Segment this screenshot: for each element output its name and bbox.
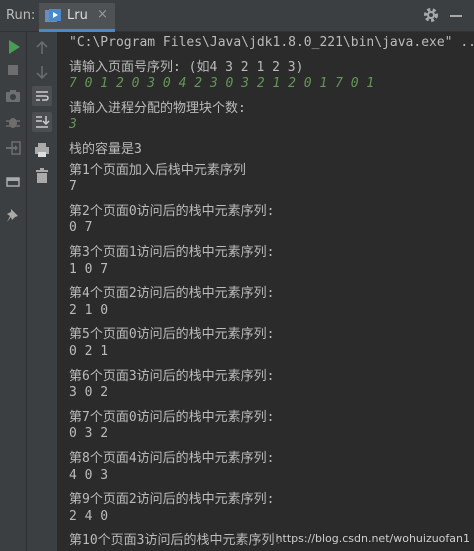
console-line: 请输入进程分配的物理块个数: xyxy=(69,100,246,116)
run-icon[interactable] xyxy=(3,37,23,57)
console-line: 第4个页面2访问后的栈中元素序列: xyxy=(69,286,275,302)
down-arrow-icon[interactable] xyxy=(32,62,52,82)
console-line: 4 0 3 xyxy=(69,467,109,483)
console-output[interactable]: "C:\Program Files\Java\jdk1.8.0_221\bin\… xyxy=(62,32,474,551)
bug-icon[interactable] xyxy=(3,112,23,132)
console-line: 0 2 1 xyxy=(69,344,109,359)
console-line: 第5个页面0访问后的栈中元素序列: xyxy=(69,327,275,343)
layout-icon[interactable] xyxy=(3,172,23,192)
console-line: 2 4 0 xyxy=(69,508,109,524)
console-line: 第6个页面3访问后的栈中元素序列: xyxy=(69,368,275,384)
stop-icon[interactable] xyxy=(3,60,23,80)
up-arrow-icon[interactable] xyxy=(32,38,52,58)
console-line: 3 xyxy=(69,117,77,133)
console-line: 第10个页面3访问后的栈中元素序列: xyxy=(69,533,283,549)
console-line: 7 0 1 2 0 3 0 4 2 3 0 3 2 1 2 0 1 7 0 1 xyxy=(69,76,375,92)
trash-icon[interactable] xyxy=(32,166,52,186)
run-config-icon xyxy=(45,9,61,22)
console-line: 0 7 xyxy=(69,220,93,236)
console-line: 第9个页面2访问后的栈中元素序列: xyxy=(69,492,275,508)
scroll-to-end-icon[interactable] xyxy=(32,112,52,132)
tab-lru-label: Lru xyxy=(67,8,88,23)
run-label: Run: xyxy=(6,8,36,23)
run-toolbar xyxy=(0,32,27,551)
close-icon[interactable]: × xyxy=(97,7,108,22)
console-line: 1 0 7 xyxy=(69,261,109,277)
minimize-icon[interactable] xyxy=(450,15,462,17)
console-line: 3 0 2 xyxy=(69,385,109,401)
console-line: 第8个页面4访问后的栈中元素序列: xyxy=(69,451,275,466)
console-line: 7 xyxy=(69,179,77,195)
console-line: 第7个页面0访问后的栈中元素序列: xyxy=(69,409,275,425)
console-toolbar xyxy=(27,32,58,551)
tab-lru[interactable]: Lru × xyxy=(39,3,115,32)
console-line: 栈的容量是3 xyxy=(69,142,142,157)
soft-wrap-icon[interactable] xyxy=(32,86,52,106)
camera-icon[interactable] xyxy=(3,86,23,106)
print-icon[interactable] xyxy=(32,140,52,160)
console-line: 2 1 0 xyxy=(69,302,109,318)
gear-icon[interactable] xyxy=(423,7,439,23)
run-tool-window-header: Run: Lru × xyxy=(0,0,474,32)
console-line: 0 3 2 xyxy=(69,426,109,442)
watermark: https://blog.csdn.net/wohuizuofan1 xyxy=(275,532,470,545)
console-line: 请输入页面号序列: (如4 3 2 1 2 3) xyxy=(69,59,304,75)
console-line: "C:\Program Files\Java\jdk1.8.0_221\bin\… xyxy=(69,35,474,50)
console-line: 第3个页面1访问后的栈中元素序列: xyxy=(69,245,275,260)
console-line: 第2个页面0访问后的栈中元素序列: xyxy=(69,203,275,219)
login-icon[interactable] xyxy=(3,138,23,158)
console-line: 第1个页面加入后栈中元素序列 xyxy=(69,162,246,178)
pin-icon[interactable] xyxy=(3,206,23,226)
